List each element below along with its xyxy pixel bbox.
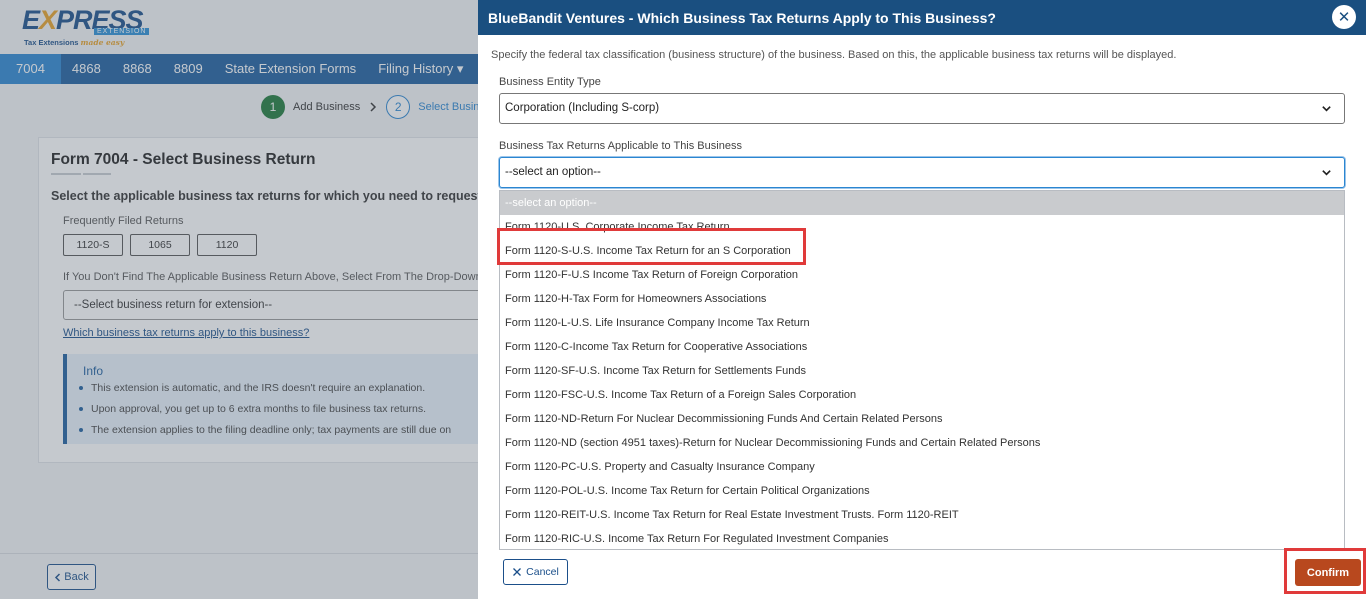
modal-overlay[interactable] bbox=[0, 0, 478, 599]
option-1120-pol[interactable]: Form 1120-POL-U.S. Income Tax Return for… bbox=[500, 479, 1344, 503]
tax-returns-modal: BlueBandit Ventures - Which Business Tax… bbox=[478, 0, 1366, 599]
option-1120-f[interactable]: Form 1120-F-U.S Income Tax Return of For… bbox=[500, 263, 1344, 287]
modal-title: BlueBandit Ventures - Which Business Tax… bbox=[488, 10, 996, 26]
option-1120[interactable]: Form 1120-U.S. Corporate Income Tax Retu… bbox=[500, 215, 1344, 239]
option-1120-s[interactable]: Form 1120-S-U.S. Income Tax Return for a… bbox=[500, 239, 1344, 263]
option-placeholder[interactable]: --select an option-- bbox=[500, 191, 1344, 215]
entity-type-value: Corporation (Including S-corp) bbox=[505, 102, 660, 114]
returns-label: Business Tax Returns Applicable to This … bbox=[499, 140, 742, 152]
option-1120-fsc[interactable]: Form 1120-FSC-U.S. Income Tax Return of … bbox=[500, 383, 1344, 407]
entity-type-select[interactable]: Corporation (Including S-corp) bbox=[499, 93, 1345, 124]
returns-select[interactable]: --select an option-- bbox=[499, 157, 1345, 188]
option-1120-nd-4951[interactable]: Form 1120-ND (section 4951 taxes)-Return… bbox=[500, 431, 1344, 455]
returns-dropdown-list: --select an option-- Form 1120-U.S. Corp… bbox=[499, 190, 1345, 550]
option-1120-sf[interactable]: Form 1120-SF-U.S. Income Tax Return for … bbox=[500, 359, 1344, 383]
confirm-button[interactable]: Confirm bbox=[1295, 559, 1361, 586]
close-icon[interactable]: ✕ bbox=[1332, 5, 1356, 29]
modal-header: BlueBandit Ventures - Which Business Tax… bbox=[478, 0, 1366, 35]
option-1120-pc[interactable]: Form 1120-PC-U.S. Property and Casualty … bbox=[500, 455, 1344, 479]
chevron-down-icon bbox=[1322, 170, 1331, 176]
option-1120-c[interactable]: Form 1120-C-Income Tax Return for Cooper… bbox=[500, 335, 1344, 359]
cancel-label: Cancel bbox=[526, 566, 559, 578]
modal-description: Specify the federal tax classification (… bbox=[491, 49, 1177, 61]
option-1120-ric[interactable]: Form 1120-RIC-U.S. Income Tax Return For… bbox=[500, 527, 1344, 549]
option-1120-l[interactable]: Form 1120-L-U.S. Life Insurance Company … bbox=[500, 311, 1344, 335]
option-1120-nd[interactable]: Form 1120-ND-Return For Nuclear Decommis… bbox=[500, 407, 1344, 431]
option-1120-reit[interactable]: Form 1120-REIT-U.S. Income Tax Return fo… bbox=[500, 503, 1344, 527]
cancel-button[interactable]: Cancel bbox=[503, 559, 568, 585]
close-icon bbox=[513, 568, 522, 576]
chevron-down-icon bbox=[1322, 106, 1331, 112]
returns-select-value: --select an option-- bbox=[505, 166, 601, 178]
entity-type-label: Business Entity Type bbox=[499, 76, 601, 88]
option-1120-h[interactable]: Form 1120-H-Tax Form for Homeowners Asso… bbox=[500, 287, 1344, 311]
